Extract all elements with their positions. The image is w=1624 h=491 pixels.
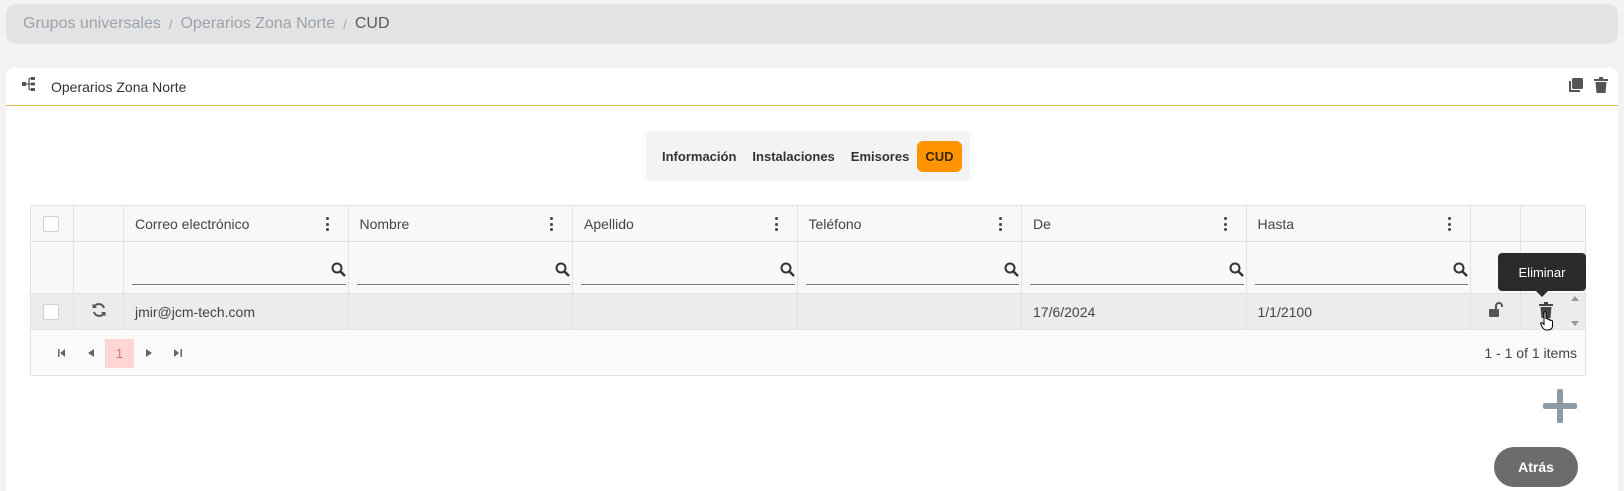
pager-info: 1 - 1 of 1 items: [1484, 345, 1577, 361]
back-button[interactable]: Atrás: [1494, 447, 1578, 487]
filter-input-hasta[interactable]: [1254, 255, 1468, 284]
column-header-label: Hasta: [1257, 215, 1295, 232]
column-menu-icon[interactable]: [550, 217, 554, 231]
search-icon[interactable]: [1453, 262, 1468, 280]
breadcrumb-link-grupos[interactable]: Grupos universales: [23, 15, 161, 33]
grid-pager: 1 1 - 1 of 1 items: [31, 330, 1585, 376]
filter-cell-de: [1022, 242, 1247, 293]
select-all-checkbox[interactable]: [43, 215, 59, 232]
breadcrumb-separator: /: [168, 16, 173, 32]
cell-telefono: [798, 294, 1022, 329]
page-number[interactable]: 1: [105, 338, 134, 368]
filter-input-nombre[interactable]: [356, 255, 570, 284]
row-checkbox[interactable]: [43, 303, 59, 320]
tab-cud[interactable]: CUD: [917, 140, 962, 172]
scroll-up-icon[interactable]: [1571, 296, 1579, 301]
breadcrumb-link-operarios[interactable]: Operarios Zona Norte: [180, 15, 335, 33]
search-icon[interactable]: [555, 262, 570, 280]
search-icon[interactable]: [331, 262, 346, 280]
last-page-icon[interactable]: [163, 339, 192, 368]
search-icon[interactable]: [780, 262, 795, 280]
tab-informacion[interactable]: Información: [654, 141, 744, 172]
search-icon[interactable]: [1004, 262, 1019, 280]
breadcrumb: Grupos universales / Operarios Zona Nort…: [6, 4, 1618, 44]
column-header-label: Nombre: [359, 215, 410, 232]
column-header-telefono[interactable]: Teléfono: [798, 206, 1022, 241]
column-menu-icon[interactable]: [774, 217, 779, 231]
delete-tooltip: Eliminar: [1498, 253, 1586, 297]
grid-scrollbar[interactable]: [1569, 296, 1581, 326]
first-page-icon[interactable]: [47, 339, 76, 368]
cud-grid: Correo electrónico Nombre Apellido Teléf…: [30, 205, 1586, 376]
column-menu-icon[interactable]: [999, 217, 1003, 231]
card-header: Operarios Zona Norte: [6, 68, 1618, 106]
filter-cell-nombre: [349, 242, 573, 293]
filter-cell-apellido: [573, 242, 798, 293]
hand-cursor-icon: [1540, 311, 1554, 336]
header-action-cell: [74, 206, 124, 241]
trash-icon[interactable]: [1594, 77, 1608, 98]
breadcrumb-current: CUD: [354, 15, 390, 32]
filter-input-de[interactable]: [1030, 255, 1244, 284]
column-menu-icon[interactable]: [325, 217, 330, 231]
group-card: Operarios Zona Norte Información Instala…: [6, 68, 1618, 491]
refresh-icon[interactable]: [91, 302, 107, 321]
column-header-label: Apellido: [584, 215, 634, 232]
column-header-email[interactable]: Correo electrónico: [124, 206, 349, 241]
copy-icon[interactable]: [1568, 77, 1584, 98]
column-header-label: Teléfono: [808, 215, 862, 232]
tab-emisores[interactable]: Emisores: [843, 141, 918, 172]
grid-header-row: Correo electrónico Nombre Apellido Teléf…: [31, 206, 1585, 242]
filter-input-apellido[interactable]: [581, 255, 795, 284]
prev-page-icon[interactable]: [76, 339, 105, 368]
cell-hasta: 1/1/2100: [1247, 294, 1471, 329]
card-header-actions: [1568, 77, 1608, 98]
cell-email: jmir@jcm-tech.com: [124, 294, 349, 329]
breadcrumb-separator: /: [343, 16, 347, 32]
filter-input-telefono[interactable]: [805, 255, 1019, 284]
row-lock-cell: [1471, 294, 1521, 329]
tab-instalaciones[interactable]: Instalaciones: [744, 141, 842, 172]
column-header-label: De: [1033, 215, 1051, 232]
column-header-nombre[interactable]: Nombre: [349, 206, 573, 241]
filter-cell-telefono: [798, 242, 1022, 293]
row-sync-cell: [74, 294, 124, 329]
filter-cell-email: [124, 242, 349, 293]
search-icon[interactable]: [1229, 262, 1244, 280]
scroll-down-icon[interactable]: [1571, 321, 1579, 326]
column-header-apellido[interactable]: Apellido: [573, 206, 798, 241]
column-menu-icon[interactable]: [1448, 217, 1452, 231]
hierarchy-icon: [22, 76, 36, 97]
header-lock-cell: [1471, 206, 1521, 241]
add-icon[interactable]: [1543, 389, 1577, 423]
filter-spacer: [74, 242, 124, 293]
table-row[interactable]: jmir@jcm-tech.com 17/6/2024 1/1/2100: [31, 294, 1585, 330]
next-page-icon[interactable]: [134, 339, 163, 368]
header-check-cell: [31, 206, 74, 241]
cell-de: 17/6/2024: [1022, 294, 1247, 329]
card-title: Operarios Zona Norte: [51, 78, 187, 95]
filter-spacer: [31, 242, 74, 293]
grid-filter-row: [31, 242, 1585, 294]
column-header-de[interactable]: De: [1022, 206, 1247, 241]
column-header-hasta[interactable]: Hasta: [1247, 206, 1471, 241]
unlock-icon[interactable]: [1488, 302, 1503, 321]
filter-input-email[interactable]: [132, 255, 346, 284]
column-menu-icon[interactable]: [1223, 217, 1228, 231]
cell-nombre: [349, 294, 573, 329]
cell-apellido: [573, 294, 798, 329]
tab-bar: Información Instalaciones Emisores CUD: [646, 131, 970, 181]
row-check-cell: [31, 294, 74, 329]
filter-cell-hasta: [1247, 242, 1471, 293]
header-delete-cell: [1521, 206, 1571, 241]
column-header-label: Correo electrónico: [135, 215, 250, 232]
